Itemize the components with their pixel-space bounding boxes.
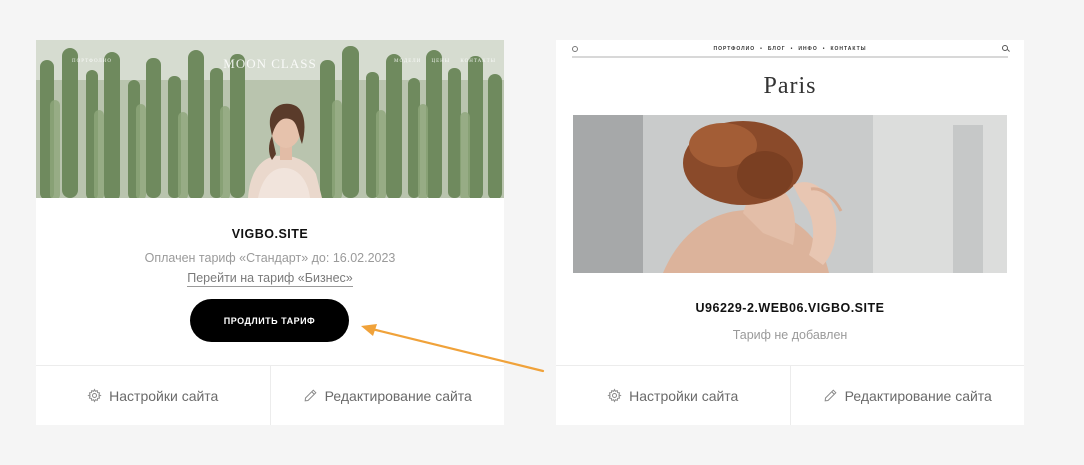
preview-menu-item: БЛОГ: [767, 46, 786, 52]
site-settings-label: Настройки сайта: [109, 387, 219, 404]
site-edit-label: Редактирование сайта: [844, 387, 992, 404]
preview-nav-item: КОНТАКТЫ: [460, 59, 496, 64]
site-edit-button[interactable]: Редактирование сайта: [269, 366, 505, 425]
sites-page: ПОРТФОЛИО MOON CLASS МОДЕЛИ ЦЕНЫ КОНТАКТ…: [0, 0, 1084, 465]
site-settings-button[interactable]: Настройки сайта: [556, 366, 790, 425]
plan-status: Тариф не добавлен: [732, 328, 848, 342]
site-settings-button[interactable]: Настройки сайта: [36, 366, 270, 425]
site-domain[interactable]: U96229-2.WEB06.VIGBO.SITE: [556, 301, 1024, 315]
gear-icon: [607, 388, 622, 403]
pencil-icon: [824, 389, 837, 402]
preview-title: Paris: [763, 73, 817, 99]
site-preview[interactable]: ПОРТФОЛИО MOON CLASS МОДЕЛИ ЦЕНЫ КОНТАКТ…: [36, 40, 504, 198]
site-card-vigbo-site: ПОРТФОЛИО MOON CLASS МОДЕЛИ ЦЕНЫ КОНТАКТ…: [36, 40, 504, 425]
site-preview[interactable]: ПОРТФОЛИО • БЛОГ • ИНФО • КОНТАКТЫ Paris: [556, 40, 1024, 280]
preview-menu-item: КОНТАКТЫ: [830, 46, 867, 52]
site-actions: Настройки сайта Редактирование сайта: [556, 365, 1024, 425]
site-settings-label: Настройки сайта: [629, 387, 739, 404]
preview-photo: [573, 115, 1007, 273]
extend-plan-button[interactable]: ПРОДЛИТЬ ТАРИФ: [190, 299, 349, 342]
preview-menu-item: ИНФО: [798, 46, 818, 52]
site-edit-label: Редактирование сайта: [324, 387, 472, 404]
woman-photo: [573, 115, 1007, 273]
gear-icon: [87, 388, 102, 403]
site-card-u96229: ПОРТФОЛИО•БЛОГ•ИНФО•КОНТАКТЫ Paris: [556, 40, 1024, 425]
site-actions: Настройки сайта Редактирование сайта: [36, 365, 504, 425]
site-edit-button[interactable]: Редактирование сайта: [789, 366, 1025, 425]
preview-menu-item: ПОРТФОЛИО: [713, 46, 756, 52]
site-domain[interactable]: VIGBO.SITE: [36, 227, 504, 241]
pencil-icon: [304, 389, 317, 402]
upgrade-plan-link-wrapper: Перейти на тариф «Бизнес»: [36, 269, 504, 287]
preview-nav: ПОРТФОЛИО MOON CLASS МОДЕЛИ ЦЕНЫ КОНТАКТ…: [36, 56, 504, 71]
plan-status: Оплачен тариф «Стандарт» до: 16.02.2023: [144, 251, 396, 265]
upgrade-plan-link[interactable]: Перейти на тариф «Бизнес»: [187, 271, 353, 287]
search-icon: [1002, 45, 1008, 51]
preview-header: ПОРТФОЛИО • БЛОГ • ИНФО • КОНТАКТЫ: [572, 42, 1008, 58]
preview-nav-item: МОДЕЛИ: [394, 59, 422, 64]
preview-menu: ПОРТФОЛИО • БЛОГ • ИНФО • КОНТАКТЫ: [713, 46, 867, 52]
preview-nav-right: МОДЕЛИ ЦЕНЫ КОНТАКТЫ: [386, 59, 496, 64]
preview-nav-item: ЦЕНЫ: [431, 59, 451, 64]
